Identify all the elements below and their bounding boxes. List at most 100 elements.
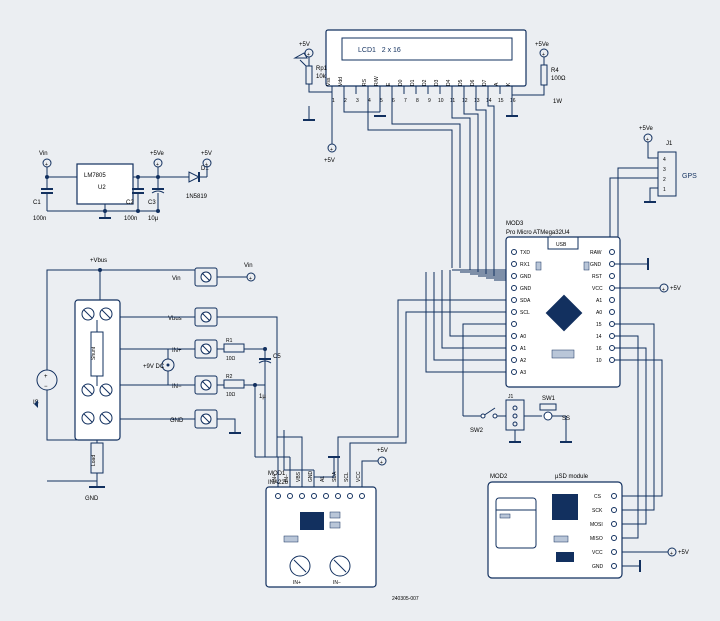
svg-text:Vss: Vss (326, 77, 332, 86)
svg-text:10: 10 (438, 98, 444, 104)
svg-text:D5: D5 (458, 79, 464, 86)
c1-ref: C1 (33, 200, 41, 206)
c2-ref: C2 (126, 200, 134, 206)
mod2-ref: MOD2 (490, 474, 508, 480)
svg-text:RS: RS (362, 78, 368, 86)
svg-text:MISO: MISO (590, 536, 603, 542)
svg-text:D7: D7 (482, 79, 488, 86)
svg-text:SDA: SDA (520, 298, 531, 304)
c3-value: 10µ (148, 216, 159, 222)
gps-connector: +5Ve + J1 4 3 2 1 GPS (610, 126, 697, 260)
svg-text:4: 4 (663, 157, 666, 163)
left-terminal-block: +Vbus Vin + Vin Vbus IN+ R1 10Ω (33, 258, 281, 502)
svg-text:Vdd: Vdd (338, 77, 344, 86)
sw2: SW2 (470, 428, 484, 434)
r1-value: 10Ω (226, 356, 236, 362)
rp1-value: 10k (316, 74, 327, 80)
power-block: Vin + C1 100n LM7805 U2 C2 100n C3 10µ +… (33, 151, 212, 222)
c2-value: 100n (124, 216, 137, 222)
svg-text:16: 16 (596, 346, 602, 352)
svg-text:9: 9 (428, 98, 431, 104)
gps-label: GPS (682, 173, 697, 180)
c1-value: 100n (33, 216, 46, 222)
r4-net-5ve: +5Ve (535, 42, 550, 48)
svg-text:VCC: VCC (356, 471, 362, 482)
svg-text:D3: D3 (434, 79, 440, 86)
svg-text:13: 13 (474, 98, 480, 104)
svg-text:8: 8 (416, 98, 419, 104)
svg-text:1: 1 (663, 187, 666, 193)
lcd-5v: +5V (299, 42, 310, 48)
lcd-desc: 2 x 16 (382, 47, 401, 54)
r4-value: 100Ω (551, 76, 566, 82)
svg-text:14: 14 (486, 98, 492, 104)
r4-ref: R4 (551, 68, 559, 74)
svg-text:A1: A1 (596, 298, 602, 304)
svg-text:IN+: IN+ (293, 580, 301, 586)
svg-text:VCC: VCC (592, 286, 603, 292)
c3-ref: C3 (148, 200, 156, 206)
dc-label: +9V DC (143, 364, 165, 370)
load: Load (91, 455, 97, 466)
rp1-ref: Rp1 (316, 66, 328, 72)
svg-text:LCD1 2 x 16: LCD1 2 x 16 (358, 47, 401, 54)
svg-text:GND: GND (590, 262, 602, 268)
svg-text:J1: J1 (508, 394, 514, 400)
svg-text:MOSI: MOSI (590, 522, 603, 528)
svg-text:14: 14 (596, 334, 602, 340)
mod3-part: Pro Micro ATMega32U4 (506, 230, 570, 236)
svg-text:15: 15 (498, 98, 504, 104)
mod1: MOD1 INA226 IN+ IN− VBS GND AL SDA SCL V… (266, 471, 376, 588)
svg-text:A0: A0 (520, 334, 526, 340)
sw1: SW1 (542, 396, 556, 402)
svg-text:3: 3 (663, 167, 666, 173)
d1-part: 1N5819 (186, 194, 208, 200)
svg-text:RX1: RX1 (520, 262, 530, 268)
svg-text:Vin: Vin (39, 151, 48, 157)
svg-text:+: + (662, 287, 665, 293)
svg-text:+5Ve: +5Ve (639, 126, 654, 132)
svg-text:IN+: IN+ (272, 474, 278, 482)
svg-text:−: − (44, 384, 48, 390)
svg-text:+5V: +5V (377, 448, 388, 454)
svg-text:7: 7 (404, 98, 407, 104)
vbus-label: +Vbus (90, 258, 107, 264)
r1-ref: R1 (226, 338, 233, 344)
svg-text:A3: A3 (520, 370, 526, 376)
svg-text:10: 10 (596, 358, 602, 364)
svg-text:+: + (249, 276, 252, 282)
svg-text:+5V: +5V (670, 286, 681, 292)
lcd-ref: LCD1 (358, 47, 376, 54)
svg-text:SCL: SCL (344, 472, 350, 482)
svg-text:VCC: VCC (592, 550, 603, 556)
svg-text:GND: GND (592, 564, 604, 570)
c5-value: 1µ (259, 394, 266, 400)
svg-text:+5V: +5V (678, 550, 689, 556)
r2-ref: R2 (226, 374, 233, 380)
svg-text:Vin: Vin (172, 276, 181, 282)
svg-text:11: 11 (450, 98, 455, 104)
lm7805-part: LM7805 (84, 173, 106, 179)
svg-text:Vin: Vin (244, 263, 253, 269)
gnd-label: GND (85, 496, 99, 502)
shunt-label: Shunt (91, 346, 97, 360)
mod3-ref: MOD3 (506, 221, 524, 227)
svg-text:+5V: +5V (324, 158, 335, 164)
drawing-id: 240305-007 (392, 596, 419, 602)
svg-text:SCL: SCL (520, 310, 530, 316)
gps-j1: J1 (666, 141, 673, 147)
mod2-part: µSD module (555, 474, 589, 480)
svg-text:SCK: SCK (592, 508, 603, 514)
svg-text:15: 15 (596, 322, 602, 328)
svg-text:A2: A2 (520, 358, 526, 364)
svg-text:CS: CS (594, 494, 602, 500)
svg-text:+: + (330, 147, 333, 153)
r2-value: 10Ω (226, 392, 236, 398)
svg-text:RAW: RAW (590, 250, 602, 256)
svg-text:IN−: IN− (333, 580, 341, 586)
svg-text:D1: D1 (410, 79, 416, 86)
svg-text:+5V: +5V (201, 151, 212, 157)
svg-text:+: + (44, 374, 48, 380)
svg-text:16: 16 (510, 98, 516, 104)
svg-text:R/W: R/W (374, 76, 380, 86)
